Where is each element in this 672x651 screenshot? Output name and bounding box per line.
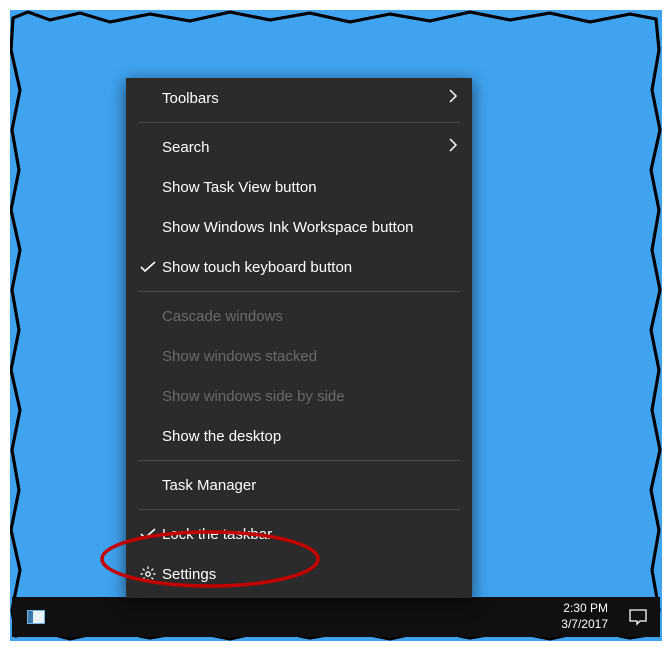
menu-label: Toolbars [162,90,448,107]
menu-item-settings[interactable]: Settings [126,554,472,594]
system-clock[interactable]: 2:30 PM 3/7/2017 [553,601,616,632]
menu-item-cascade-windows: Cascade windows [126,296,472,336]
menu-item-show-task-view[interactable]: Show Task View button [126,167,472,207]
clock-date: 3/7/2017 [561,617,608,633]
menu-label: Settings [162,566,458,583]
menu-separator [138,291,460,292]
menu-label: Show windows stacked [162,348,458,365]
menu-item-task-manager[interactable]: Task Manager [126,465,472,505]
menu-item-show-stacked: Show windows stacked [126,336,472,376]
checkmark-icon [134,261,162,273]
menu-item-search[interactable]: Search [126,127,472,167]
menu-item-toolbars[interactable]: Toolbars [126,78,472,118]
taskbar: 2:30 PM 3/7/2017 [12,597,660,637]
notification-icon [629,608,647,626]
menu-item-show-desktop[interactable]: Show the desktop [126,416,472,456]
menu-label: Task Manager [162,477,458,494]
menu-item-show-ink-workspace[interactable]: Show Windows Ink Workspace button [126,207,472,247]
menu-label: Show windows side by side [162,388,458,405]
taskbar-context-menu: Toolbars Search Show Task View button Sh… [126,78,472,598]
menu-item-show-side-by-side: Show windows side by side [126,376,472,416]
checkmark-icon [134,528,162,540]
taskview-button[interactable] [12,597,60,637]
menu-label: Lock the taskbar [162,526,458,543]
menu-separator [138,122,460,123]
menu-item-show-touch-keyboard[interactable]: Show touch keyboard button [126,247,472,287]
menu-label: Search [162,139,448,156]
menu-label: Show the desktop [162,428,458,445]
chevron-right-icon [448,138,458,156]
menu-label: Show Windows Ink Workspace button [162,219,458,236]
menu-separator [138,460,460,461]
menu-label: Show touch keyboard button [162,259,458,276]
taskview-icon [27,610,45,624]
menu-item-lock-taskbar[interactable]: Lock the taskbar [126,514,472,554]
menu-label: Cascade windows [162,308,458,325]
menu-separator [138,509,460,510]
menu-label: Show Task View button [162,179,458,196]
chevron-right-icon [448,89,458,107]
gear-icon [134,566,162,582]
clock-time: 2:30 PM [561,601,608,617]
action-center-button[interactable] [616,597,660,637]
